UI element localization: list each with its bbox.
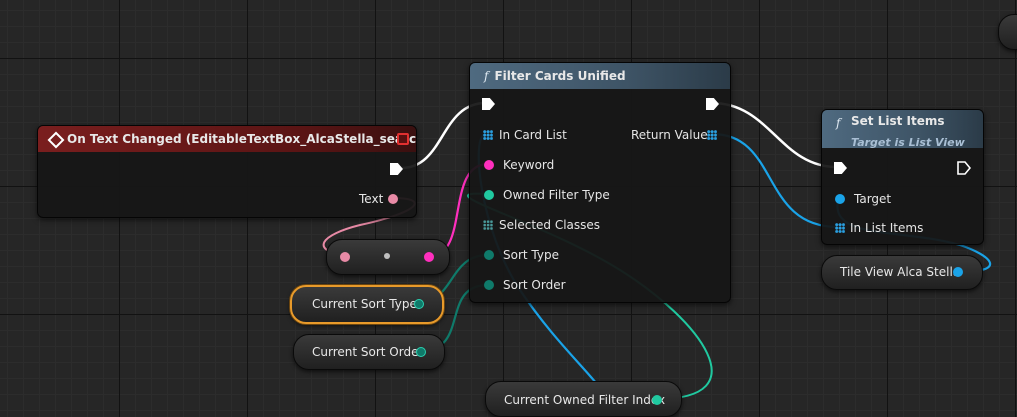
conversion-dot-icon [384,253,390,259]
selected-classes-array-icon[interactable] [483,220,493,230]
variable-node-tile-view-alca-stella[interactable]: Tile View Alca Stella [821,255,983,290]
function-icon: f [484,69,489,83]
function-node-set-list-items[interactable]: f Set List Items Target is List View Targ… [821,109,984,245]
filter-node-title: Filter Cards Unified [494,69,626,83]
in-list-items-array-icon[interactable] [835,223,845,233]
owned-filter-type-label: Owned Filter Type [503,188,610,202]
set-list-node-subtitle: Target is List View [851,136,965,148]
sort-type-pin[interactable] [484,250,494,260]
selected-classes-label: Selected Classes [499,218,601,232]
current-sort-type-label: Current Sort Type [312,297,417,311]
function-icon: f [836,116,841,130]
target-pin[interactable] [835,194,845,204]
return-value-label: Return Value [631,128,708,142]
set-list-exec-in-pin[interactable] [834,162,847,174]
variable-node-current-sort-order[interactable]: Current Sort Order [293,334,445,370]
variable-node-current-sort-type[interactable]: Current Sort Type [290,285,444,324]
filter-exec-in-pin[interactable] [482,98,495,110]
delegate-pin-icon[interactable] [397,133,409,145]
text-to-string-conversion-node[interactable] [326,239,450,275]
event-node-on-text-changed[interactable]: On Text Changed (EditableTextBox_AlcaSte… [37,125,417,218]
owned-filter-type-pin[interactable] [484,190,494,200]
set-list-exec-out-pin[interactable] [957,161,971,175]
current-sort-order-label: Current Sort Order [312,345,424,359]
conversion-in-pin[interactable] [340,252,350,262]
event-node-title: On Text Changed (EditableTextBox_AlcaSte… [67,132,416,146]
in-card-list-label: In Card List [499,128,567,142]
event-text-pin[interactable] [388,194,398,204]
event-diamond-icon [47,131,65,149]
current-sort-type-out-pin[interactable] [414,299,424,309]
tile-view-out-pin[interactable] [953,267,963,277]
function-node-filter-cards-unified[interactable]: f Filter Cards Unified In Card List Retur… [469,62,731,303]
conversion-out-pin[interactable] [424,252,434,262]
current-owned-filter-index-label: Current Owned Filter Index [504,393,666,407]
event-node-header[interactable]: On Text Changed (EditableTextBox_AlcaSte… [38,126,416,152]
sort-order-label: Sort Order [503,278,566,292]
keyword-pin[interactable] [484,160,494,170]
in-card-list-array-icon[interactable] [483,130,493,140]
target-label: Target [854,192,892,206]
tile-view-label: Tile View Alca Stella [840,265,961,279]
offscreen-node[interactable] [998,14,1017,50]
current-sort-order-out-pin[interactable] [416,347,426,357]
variable-node-current-owned-filter-index[interactable]: Current Owned Filter Index [485,381,682,417]
event-exec-out-pin[interactable] [390,163,403,175]
in-list-items-label: In List Items [850,221,924,235]
keyword-label: Keyword [503,158,555,172]
filter-node-header[interactable]: f Filter Cards Unified [470,63,730,89]
return-value-array-icon[interactable] [707,130,717,140]
filter-exec-out-pin[interactable] [706,98,719,110]
sort-order-pin[interactable] [484,280,494,290]
sort-type-label: Sort Type [503,248,559,262]
set-list-node-header[interactable]: f Set List Items Target is List View [822,110,983,148]
event-text-label: Text [359,192,384,206]
